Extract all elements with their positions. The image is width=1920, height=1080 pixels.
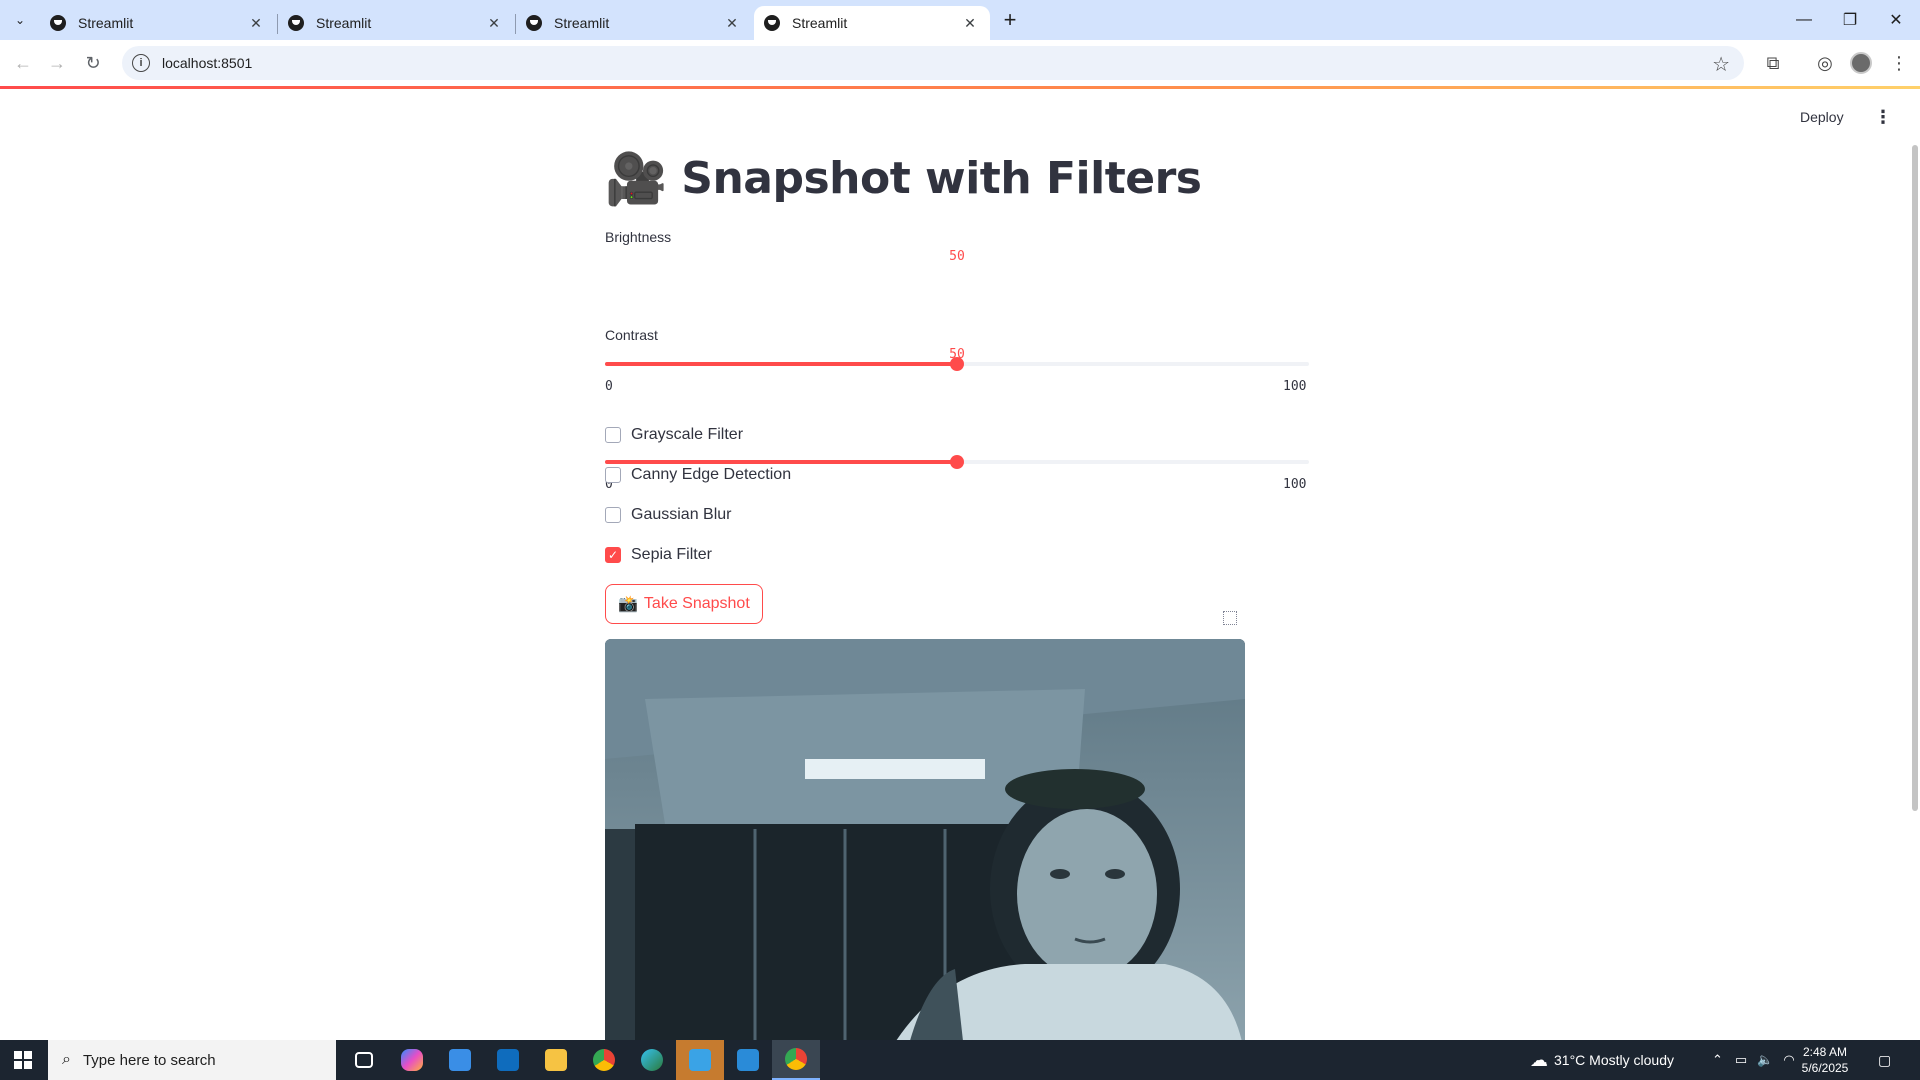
contrast-max-label: 100 [1283,477,1307,492]
weather-text: 31°C Mostly cloudy [1554,1052,1674,1068]
tab-search-chevron-icon[interactable]: ⌄ [8,8,32,32]
weather-widget[interactable]: ☁ 31°C Mostly cloudy [1530,1040,1674,1080]
checkbox-box[interactable] [605,507,621,523]
checkbox-box[interactable] [605,427,621,443]
checkbox-box[interactable] [605,467,621,483]
webcam-frame-image [605,639,1245,1040]
site-info-icon[interactable]: i [132,54,150,72]
vscode-icon[interactable] [724,1040,772,1080]
canny-edge-checkbox[interactable]: Canny Edge Detection [605,466,791,484]
browser-toolbar: ← → ↻ i localhost:8501 ☆ ⧉ ◎ ⋮ [0,40,1920,86]
forward-arrow-icon[interactable]: → [42,48,72,78]
gaussian-blur-checkbox[interactable]: Gaussian Blur [605,506,732,524]
tab-close-icon[interactable]: ✕ [246,15,266,32]
take-snapshot-label: Take Snapshot [643,595,750,612]
extensions-puzzle-icon[interactable]: ⧉ [1760,50,1786,76]
browser-tab[interactable]: Streamlit ✕ [516,6,752,40]
search-icon: ⌕ [62,1051,71,1068]
tab-title: Streamlit [316,15,372,31]
battery-icon[interactable]: ▭ [1735,1052,1747,1068]
brightness-label: Brightness [605,229,672,245]
notification-center-icon[interactable]: ▢ [1878,1040,1891,1080]
checkbox-label: Canny Edge Detection [631,466,792,483]
contrast-slider-block: Contrast 50 [605,327,1309,469]
page-title: 🎥 Snapshot with Filters [605,150,1202,207]
streamlit-favicon-icon [50,15,66,31]
back-arrow-icon[interactable]: ← [8,48,38,78]
contrast-slider-thumb[interactable] [950,455,964,469]
task-view-icon[interactable] [340,1040,388,1080]
brightness-value: 50 [949,249,965,264]
copilot-icon[interactable]: ◎ [1812,50,1838,76]
bookmark-star-icon[interactable]: ☆ [1712,52,1730,77]
copilot-app-icon[interactable] [388,1040,436,1080]
close-window-icon[interactable]: ✕ [1873,0,1919,40]
contrast-slider-track[interactable] [605,455,1309,469]
app-menu-kebab-icon[interactable]: ⋮ [1874,107,1892,128]
taskbar-search-placeholder: Type here to search [82,1051,216,1069]
volume-icon[interactable]: 🔈 [1757,1052,1773,1068]
checkbox-label: Grayscale Filter [631,426,744,443]
cloud-icon: ☁ [1530,1049,1548,1070]
file-explorer-icon[interactable] [532,1040,580,1080]
take-snapshot-button[interactable]: 📸 Take Snapshot [605,584,763,624]
clock-time: 2:48 AM [1802,1045,1848,1059]
streamlit-favicon-icon [764,15,780,31]
deploy-button[interactable]: Deploy [1800,109,1844,125]
tab-close-icon[interactable]: ✕ [722,15,742,32]
streamlit-app: Deploy ⋮ 🎥 Snapshot with Filters Brightn… [0,89,1920,1040]
brightness-slider-fill [605,362,957,366]
address-url: localhost:8501 [162,55,253,71]
taskbar-app-active-icon[interactable] [676,1040,724,1080]
edge-icon[interactable] [628,1040,676,1080]
tab-title: Streamlit [792,15,848,31]
microsoft-store-icon[interactable] [436,1040,484,1080]
tab-close-icon[interactable]: ✕ [960,15,980,32]
brightness-slider-block: Brightness 50 [605,229,1309,371]
browser-menu-kebab-icon[interactable]: ⋮ [1886,50,1912,76]
fullscreen-icon[interactable] [1223,611,1237,625]
taskbar-clock[interactable]: 2:48 AM 5/6/2025 [1790,1044,1860,1076]
page-title-text: Snapshot with Filters [681,153,1202,204]
clock-date: 5/6/2025 [1801,1061,1849,1075]
system-tray: ⌃ ▭ 🔈 ◠ [1712,1040,1795,1080]
browser-tab-strip: ⌄ Streamlit ✕ Streamlit ✕ Streamlit ✕ St… [0,0,1920,40]
checkbox-label: Sepia Filter [631,546,712,563]
browser-tab[interactable]: Streamlit ✕ [40,6,276,40]
movie-camera-icon: 🎥 [605,150,668,207]
grayscale-filter-checkbox[interactable]: Grayscale Filter [605,426,743,444]
checkmark-icon[interactable]: ✓ [605,547,621,563]
tab-close-icon[interactable]: ✕ [484,15,504,32]
streamlit-favicon-icon [288,15,304,31]
sepia-filter-checkbox[interactable]: ✓ Sepia Filter [605,546,712,564]
address-bar[interactable]: i localhost:8501 ☆ [122,46,1744,80]
profile-avatar[interactable] [1850,52,1872,74]
browser-tab[interactable]: Streamlit ✕ [278,6,514,40]
streamlit-favicon-icon [526,15,542,31]
reload-icon[interactable]: ↻ [78,48,108,78]
brightness-max-label: 100 [1283,379,1307,394]
windows-taskbar: ⌕ Type here to search ☁ 31°C Mostly clou… [0,1040,1920,1080]
camera-flash-icon: 📸 [618,596,638,613]
new-tab-plus-icon[interactable]: + [996,6,1024,34]
brightness-slider-track[interactable] [605,357,1309,371]
windows-start-icon[interactable] [0,1040,46,1080]
checkbox-label: Gaussian Blur [631,506,732,523]
tab-title: Streamlit [78,15,134,31]
restore-icon[interactable]: ❐ [1827,0,1873,40]
page-scrollbar[interactable] [1912,145,1918,811]
contrast-slider-fill [605,460,957,464]
webcam-video-feed [605,639,1245,1040]
chrome-running-icon[interactable] [772,1040,820,1080]
contrast-value: 50 [949,347,965,362]
chrome-icon[interactable] [580,1040,628,1080]
show-hidden-icons-chevron-icon[interactable]: ⌃ [1712,1052,1723,1068]
taskbar-search-box[interactable]: ⌕ Type here to search [48,1040,336,1080]
minimize-icon[interactable]: — [1781,0,1827,40]
outlook-icon[interactable] [484,1040,532,1080]
browser-tab-active[interactable]: Streamlit ✕ [754,6,990,40]
contrast-label: Contrast [605,327,658,343]
tab-title: Streamlit [554,15,610,31]
brightness-min-label: 0 [605,379,613,394]
